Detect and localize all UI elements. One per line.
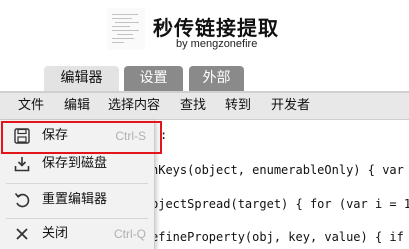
undo-icon — [14, 192, 30, 208]
menu-item-close[interactable]: 关闭 Ctrl-Q — [0, 220, 154, 248]
highlight-box — [1, 121, 162, 154]
menu-item-label: 重置编辑器 — [42, 192, 108, 207]
menu-item-save-to-disk[interactable]: 保存到磁盘 — [0, 150, 154, 178]
tab-settings[interactable]: 设置 — [124, 66, 183, 91]
code-line: bjectSpread(target) { for (var i = 1; — [151, 197, 409, 211]
menu-item-label: 关闭 — [42, 226, 69, 241]
tab-external[interactable]: 外部 — [189, 66, 244, 91]
close-icon — [16, 228, 28, 240]
menu-separator — [6, 183, 148, 184]
tab-editor[interactable]: 编辑器 — [44, 66, 119, 91]
download-icon — [14, 157, 30, 172]
code-line: efineProperty(obj, key, value) { if ( — [151, 230, 409, 244]
menu-select[interactable]: 选择内容 — [108, 93, 160, 119]
menu-item-reset-editor[interactable]: 重置编辑器 — [0, 186, 154, 214]
menu-item-shortcut: Ctrl-Q — [114, 227, 146, 241]
app-author: by mengzonefire — [176, 38, 258, 50]
menu-developer[interactable]: 开发者 — [271, 93, 310, 119]
menu-find[interactable]: 查找 — [180, 93, 206, 119]
menu-edit[interactable]: 编辑 — [64, 93, 90, 119]
menu-file[interactable]: 文件 — [18, 93, 44, 119]
menu-goto[interactable]: 转到 — [225, 93, 251, 119]
app-logo — [107, 8, 145, 50]
menu-item-label: 保存到磁盘 — [42, 156, 108, 171]
menu-separator — [6, 218, 148, 219]
code-line: nKeys(object, enumerableOnly) { var k — [151, 163, 409, 177]
app-title: 秒传链接提取 — [153, 16, 279, 40]
menu-bar: 文件 编辑 选择内容 查找 转到 开发者 — [0, 93, 409, 120]
